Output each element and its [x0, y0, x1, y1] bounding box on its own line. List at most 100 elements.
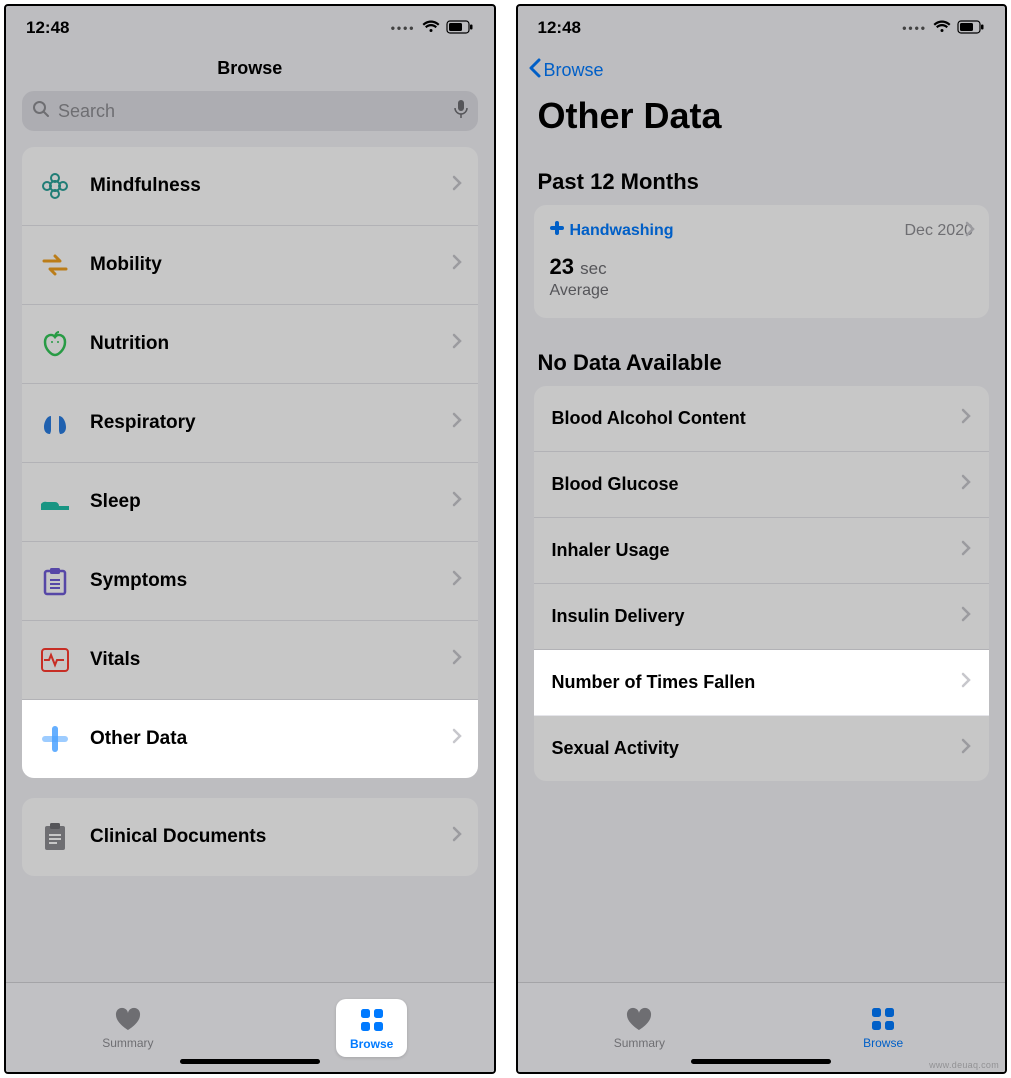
category-respiratory[interactable]: Respiratory — [22, 384, 478, 463]
nav-title: Browse — [6, 50, 494, 91]
search-input[interactable]: Search — [22, 91, 478, 131]
nodata-list: Blood Alcohol Content Blood Glucose Inha… — [534, 386, 990, 781]
item-sexual[interactable]: Sexual Activity — [534, 716, 990, 781]
category-symptoms[interactable]: Symptoms — [22, 542, 478, 621]
chevron-right-icon — [961, 672, 971, 693]
category-vitals[interactable]: Vitals — [22, 621, 478, 700]
chevron-right-icon — [452, 649, 462, 671]
category-label: Other Data — [90, 728, 187, 750]
tab-label: Summary — [102, 1036, 153, 1050]
item-falls[interactable]: Number of Times Fallen — [534, 650, 990, 716]
category-label: Vitals — [90, 649, 140, 671]
handwashing-name: Handwashing — [550, 221, 674, 240]
chevron-right-icon — [452, 333, 462, 355]
chevron-left-icon — [528, 58, 542, 83]
category-label: Symptoms — [90, 570, 187, 592]
tab-label: Summary — [614, 1036, 665, 1050]
handwashing-value: 23 sec — [550, 254, 974, 280]
mic-icon[interactable] — [454, 99, 468, 124]
back-button[interactable]: Browse — [518, 50, 1006, 87]
status-right: •••• — [391, 20, 474, 37]
section-past: Past 12 Months — [518, 157, 1006, 205]
category-label: Nutrition — [90, 333, 169, 355]
search-icon — [32, 100, 50, 123]
grid-icon — [868, 1006, 898, 1032]
plus-icon — [550, 221, 564, 240]
mindfulness-icon — [38, 169, 72, 203]
handwashing-date: Dec 2020 — [905, 222, 974, 240]
tab-browse-highlight: Browse — [336, 999, 407, 1057]
category-label: Sleep — [90, 491, 141, 513]
chevron-right-icon — [961, 606, 971, 627]
chevron-right-icon — [961, 738, 971, 759]
handwashing-card[interactable]: Handwashing Dec 2020 23 sec Average — [534, 205, 990, 318]
chevron-right-icon — [452, 570, 462, 592]
status-bar: 12:48 •••• — [6, 6, 494, 50]
clinical-icon — [38, 820, 72, 854]
vitals-icon — [38, 643, 72, 677]
item-label: Insulin Delivery — [552, 606, 685, 627]
chevron-right-icon — [961, 540, 971, 561]
sleep-icon — [38, 485, 72, 519]
tab-label: Browse — [350, 1037, 393, 1051]
status-time: 12:48 — [538, 18, 581, 38]
battery-icon — [957, 20, 985, 37]
search-placeholder: Search — [58, 101, 115, 122]
dots-icon: •••• — [902, 21, 927, 35]
nutrition-icon — [38, 327, 72, 361]
category-mindfulness[interactable]: Mindfulness — [22, 147, 478, 226]
chevron-right-icon — [961, 408, 971, 429]
category-list: Mindfulness Mobility Nutrition Respirato… — [22, 147, 478, 778]
chevron-right-icon — [965, 221, 975, 242]
clinical-list: Clinical Documents — [22, 798, 478, 876]
respiratory-icon — [38, 406, 72, 440]
category-mobility[interactable]: Mobility — [22, 226, 478, 305]
tab-label: Browse — [863, 1036, 903, 1050]
item-label: Number of Times Fallen — [552, 672, 756, 693]
symptoms-icon — [38, 564, 72, 598]
item-bac[interactable]: Blood Alcohol Content — [534, 386, 990, 452]
chevron-right-icon — [452, 175, 462, 197]
wifi-icon — [933, 20, 951, 37]
mobility-icon — [38, 248, 72, 282]
other-data-icon — [38, 722, 72, 756]
item-label: Blood Alcohol Content — [552, 408, 746, 429]
chevron-right-icon — [452, 826, 462, 848]
chevron-right-icon — [452, 491, 462, 513]
grid-icon — [357, 1007, 387, 1033]
item-label: Sexual Activity — [552, 738, 679, 759]
wifi-icon — [422, 20, 440, 37]
item-label: Blood Glucose — [552, 474, 679, 495]
heart-icon — [624, 1006, 654, 1032]
page-title: Other Data — [518, 87, 1006, 157]
item-insulin[interactable]: Insulin Delivery — [534, 584, 990, 650]
back-label: Browse — [544, 60, 604, 81]
clinical-label: Clinical Documents — [90, 826, 266, 848]
status-bar: 12:48 •••• — [518, 6, 1006, 50]
chevron-right-icon — [452, 728, 462, 750]
item-glucose[interactable]: Blood Glucose — [534, 452, 990, 518]
category-label: Mindfulness — [90, 175, 201, 197]
category-label: Mobility — [90, 254, 162, 276]
watermark: www.deuaq.com — [929, 1060, 999, 1070]
chevron-right-icon — [961, 474, 971, 495]
item-inhaler[interactable]: Inhaler Usage — [534, 518, 990, 584]
home-indicator[interactable] — [180, 1059, 320, 1064]
heart-icon — [113, 1006, 143, 1032]
phone-right: 12:48 •••• Browse Other Data Past 12 Mon… — [516, 4, 1008, 1074]
battery-icon — [446, 20, 474, 37]
category-other-data[interactable]: Other Data — [22, 700, 478, 778]
clinical-documents[interactable]: Clinical Documents — [22, 798, 478, 876]
status-time: 12:48 — [26, 18, 69, 38]
status-right: •••• — [902, 20, 985, 37]
chevron-right-icon — [452, 412, 462, 434]
section-nodata: No Data Available — [518, 338, 1006, 386]
handwashing-header: Handwashing Dec 2020 — [550, 221, 974, 240]
phone-left: 12:48 •••• Browse Search Mindfulness — [4, 4, 496, 1074]
item-label: Inhaler Usage — [552, 540, 670, 561]
category-nutrition[interactable]: Nutrition — [22, 305, 478, 384]
home-indicator[interactable] — [691, 1059, 831, 1064]
handwashing-avg: Average — [550, 282, 974, 300]
category-label: Respiratory — [90, 412, 196, 434]
category-sleep[interactable]: Sleep — [22, 463, 478, 542]
